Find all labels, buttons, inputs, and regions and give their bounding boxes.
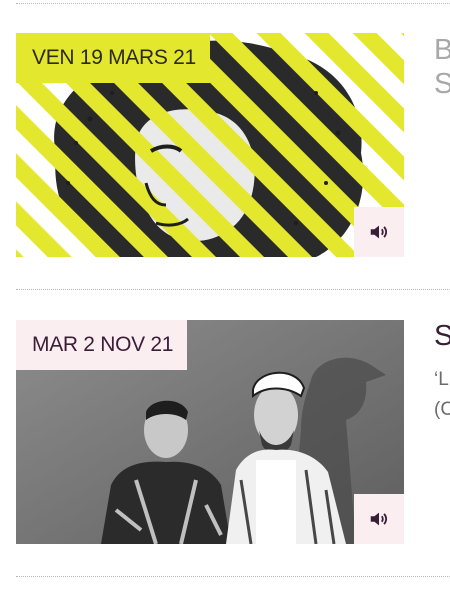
sound-button[interactable]: [354, 207, 404, 257]
speaker-volume-icon: [370, 512, 388, 526]
speaker-volume-icon: [370, 225, 388, 239]
event-date-badge: VEN 19 MARS 21: [16, 33, 210, 83]
divider: [16, 3, 450, 4]
event-date: MAR 2 NOV 21: [32, 333, 174, 356]
sound-button[interactable]: [354, 494, 404, 544]
event-title-line1[interactable]: S: [434, 320, 450, 353]
divider: [16, 576, 450, 577]
divider: [16, 289, 450, 290]
event-date: VEN 19 MARS 21: [32, 46, 196, 69]
event-card-image[interactable]: MAR 2 NOV 21: [16, 320, 404, 544]
event-subtitle-line2: (C: [434, 399, 450, 420]
event-date-badge: MAR 2 NOV 21: [16, 320, 188, 370]
event-card-image[interactable]: VEN 19 MARS 21: [16, 33, 404, 257]
event-title-line2[interactable]: S: [434, 68, 450, 101]
event-subtitle-line1: ‘L: [434, 369, 449, 390]
event-list: VEN 19 MARS 21 B S MAR 2 NOV 21 S ‘L (C: [0, 0, 450, 594]
event-title-line1[interactable]: B: [434, 34, 450, 67]
